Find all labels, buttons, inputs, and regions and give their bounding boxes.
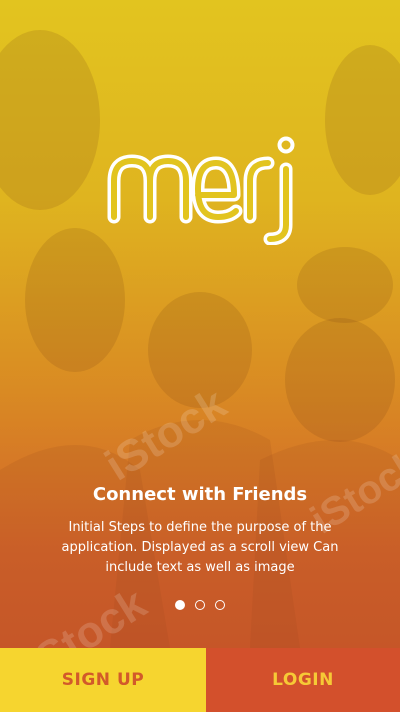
onboarding-description: Initial Steps to define the purpose of t… <box>61 520 339 575</box>
auth-actions: SIGN UP LOGIN <box>0 648 400 712</box>
onboarding-screen: iStock iStock iStock Connect with Friend… <box>0 0 400 712</box>
page-dot-2[interactable] <box>195 600 205 610</box>
onboarding-headline: Connect with Friends <box>92 484 308 505</box>
page-indicator <box>0 600 400 610</box>
page-dot-1[interactable] <box>175 600 185 610</box>
login-button[interactable]: LOGIN <box>206 648 400 712</box>
sign-up-button[interactable]: SIGN UP <box>0 648 206 712</box>
merj-logo <box>107 136 295 245</box>
page-dot-3[interactable] <box>215 600 225 610</box>
